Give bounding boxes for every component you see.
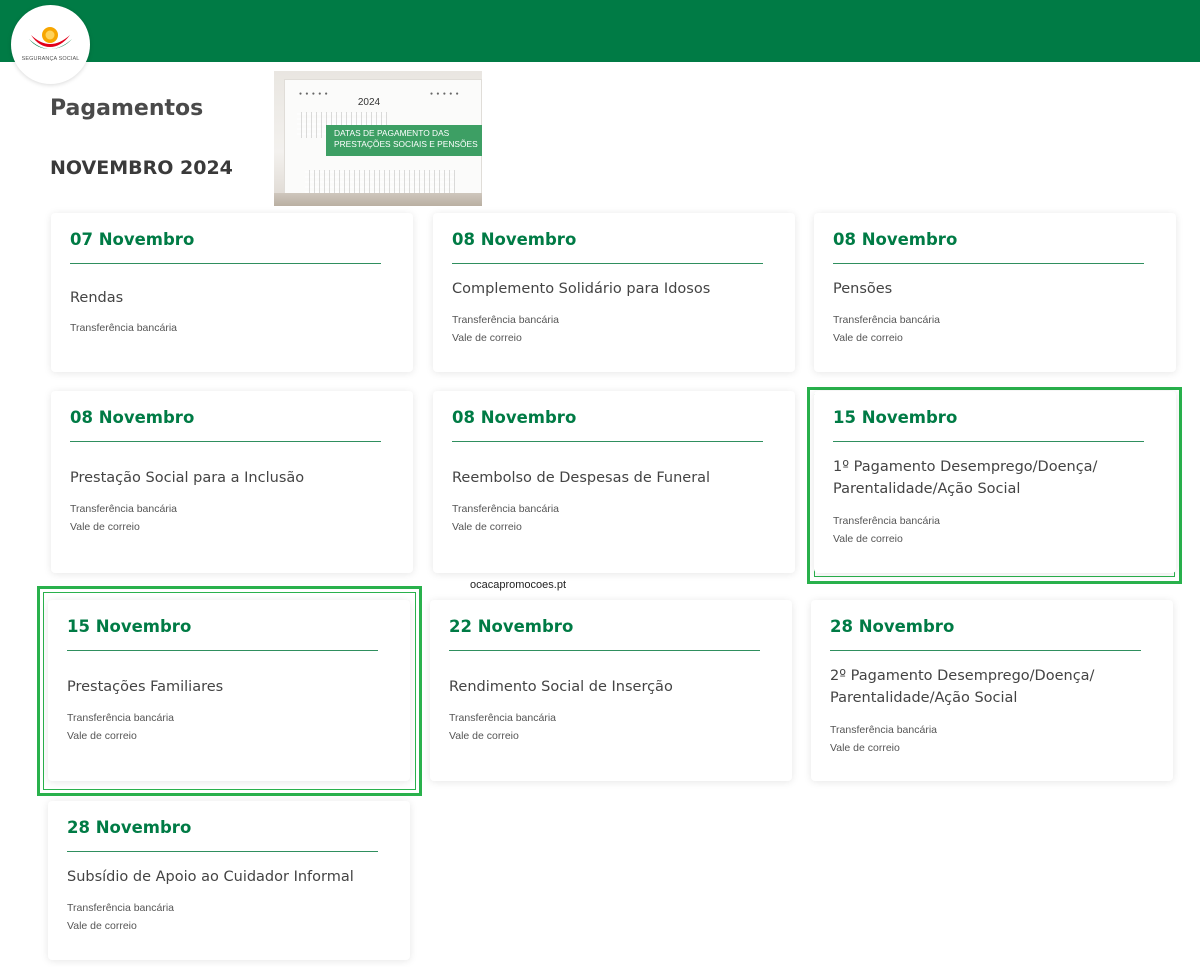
payment-method: Transferência bancária	[452, 314, 559, 326]
card-methods: Transferência bancária	[70, 320, 177, 338]
payment-method: Transferência bancária	[67, 902, 174, 914]
payment-method: Transferência bancária	[70, 503, 177, 515]
card-methods: Transferência bancária Vale de correio	[70, 501, 177, 536]
payment-method: Vale de correio	[67, 729, 137, 742]
card-date: 08 Novembro	[70, 408, 195, 427]
payment-method: Transferência bancária	[449, 712, 556, 724]
calendar-base	[274, 193, 482, 206]
card-date: 28 Novembro	[67, 818, 192, 837]
card-divider	[452, 263, 763, 264]
payment-card[interactable]: 08 Novembro Pensões Transferência bancár…	[814, 213, 1176, 372]
card-title: Rendimento Social de Inserção	[449, 679, 673, 695]
logo-text: SEGURANÇA SOCIAL	[21, 56, 80, 62]
seguranca-social-logo[interactable]: SEGURANÇA SOCIAL	[11, 5, 90, 84]
card-title: Subsídio de Apoio ao Cuidador Informal	[67, 869, 354, 885]
payment-method: Vale de correio	[452, 520, 522, 533]
card-divider	[452, 441, 763, 442]
payment-card[interactable]: 28 Novembro 2º Pagamento Desemprego/Doen…	[811, 600, 1173, 781]
card-date: 28 Novembro	[830, 617, 955, 636]
card-methods: Transferência bancária Vale de correio	[833, 513, 940, 548]
watermark-text: ocacapromocoes.pt	[470, 579, 566, 591]
card-methods: Transferência bancária Vale de correio	[833, 312, 940, 347]
payment-method: Vale de correio	[67, 919, 137, 932]
card-methods: Transferência bancária Vale de correio	[67, 900, 174, 935]
payment-card[interactable]: 15 Novembro 1º Pagamento Desemprego/Doen…	[814, 391, 1176, 573]
card-title: Rendas	[70, 290, 124, 306]
card-date: 08 Novembro	[452, 408, 577, 427]
card-title: Pensões	[833, 281, 893, 297]
top-bar	[0, 0, 1200, 62]
payment-method: Transferência bancária	[833, 515, 940, 527]
card-date: 15 Novembro	[833, 408, 958, 427]
card-methods: Transferência bancária Vale de correio	[67, 710, 174, 745]
card-title: Reembolso de Despesas de Funeral	[452, 470, 711, 486]
payment-card[interactable]: 15 Novembro Prestações Familiares Transf…	[48, 600, 410, 781]
card-date: 22 Novembro	[449, 617, 574, 636]
card-divider	[70, 263, 381, 264]
seguranca-social-logo-icon	[29, 27, 72, 49]
payment-card[interactable]: 08 Novembro Complemento Solidário para I…	[433, 213, 795, 372]
payment-method: Transferência bancária	[452, 503, 559, 515]
banner-line-2: PRESTAÇÕES SOCIAIS E PENSÕES	[334, 139, 478, 149]
card-title: Complemento Solidário para Idosos	[452, 281, 711, 297]
card-date: 08 Novembro	[833, 230, 958, 249]
payment-method: Transferência bancária	[70, 322, 177, 334]
card-divider	[833, 263, 1144, 264]
card-methods: Transferência bancária Vale de correio	[452, 312, 559, 347]
payment-method: Vale de correio	[833, 331, 903, 344]
banner-caption: DATAS DE PAGAMENTO DAS PRESTAÇÕES SOCIAI…	[326, 125, 482, 156]
calendar-banner: ● ● ● ● ● ● ● ● ● ● 2024 DATAS DE PAGAME…	[274, 71, 482, 206]
payment-method: Transferência bancária	[833, 314, 940, 326]
calendar-year: 2024	[357, 97, 381, 108]
card-date: 15 Novembro	[67, 617, 192, 636]
page-title: Pagamentos	[50, 96, 204, 121]
payment-card[interactable]: 22 Novembro Rendimento Social de Inserçã…	[430, 600, 792, 781]
payment-method: Vale de correio	[833, 532, 903, 545]
payment-method: Transferência bancária	[67, 712, 174, 724]
card-divider	[67, 650, 378, 651]
card-title: Prestação Social para a Inclusão	[70, 470, 305, 486]
card-divider	[67, 851, 378, 852]
card-date: 08 Novembro	[452, 230, 577, 249]
payment-method: Vale de correio	[449, 729, 519, 742]
payment-card[interactable]: 08 Novembro Prestação Social para a Incl…	[51, 391, 413, 573]
payment-card[interactable]: 07 Novembro Rendas Transferência bancári…	[51, 213, 413, 372]
card-methods: Transferência bancária Vale de correio	[452, 501, 559, 536]
payment-method: Transferência bancária	[830, 724, 937, 736]
card-divider	[449, 650, 760, 651]
payment-card[interactable]: 28 Novembro Subsídio de Apoio ao Cuidado…	[48, 801, 410, 960]
card-date: 07 Novembro	[70, 230, 195, 249]
card-methods: Transferência bancária Vale de correio	[830, 722, 937, 757]
card-methods: Transferência bancária Vale de correio	[449, 710, 556, 745]
month-title: NOVEMBRO 2024	[50, 157, 233, 179]
card-divider	[70, 441, 381, 442]
card-title: 2º Pagamento Desemprego/Doença/ Parental…	[830, 668, 1095, 706]
card-divider	[833, 441, 1144, 442]
card-title: 1º Pagamento Desemprego/Doença/ Parental…	[833, 459, 1098, 497]
payment-method: Vale de correio	[70, 520, 140, 533]
banner-line-1: DATAS DE PAGAMENTO DAS	[334, 128, 450, 138]
card-divider	[830, 650, 1141, 651]
payment-method: Vale de correio	[452, 331, 522, 344]
card-title: Prestações Familiares	[67, 679, 224, 695]
payment-card[interactable]: 08 Novembro Reembolso de Despesas de Fun…	[433, 391, 795, 573]
payment-method: Vale de correio	[830, 741, 900, 754]
